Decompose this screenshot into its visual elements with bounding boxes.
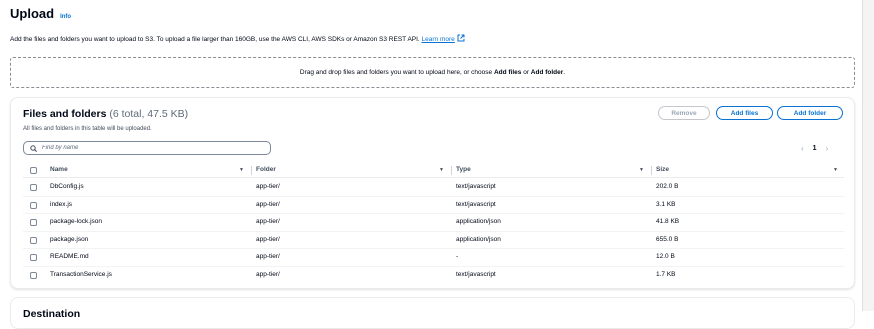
file-type: -: [456, 253, 459, 260]
file-size: 12.0 B: [656, 253, 675, 260]
drop-zone[interactable]: Drag and drop files and folders you want…: [10, 57, 855, 88]
upload-page: Upload Info Add the files and folders yo…: [0, 0, 863, 329]
file-type: application/json: [456, 235, 501, 243]
file-size: 3.1 KB: [656, 200, 676, 208]
learn-more-link[interactable]: Learn more: [422, 36, 455, 43]
destination-panel: Destination: [10, 297, 855, 329]
table-row[interactable]: DbConfig.js app-tier/ text/javascript 20…: [23, 179, 844, 197]
learn-more-label: Learn more: [421, 36, 455, 43]
search-icon: [30, 139, 37, 157]
file-folder: app-tier/: [256, 218, 280, 225]
file-folder: app-tier/: [256, 183, 280, 190]
panel-subtitle: All files and folders in this table will…: [23, 126, 152, 132]
row-checkbox[interactable]: [30, 236, 37, 244]
search-input[interactable]: [42, 145, 242, 151]
description-text: Add the files and folders you want to up…: [10, 36, 420, 43]
file-folder: app-tier/: [256, 200, 280, 208]
external-link-icon[interactable]: [457, 34, 465, 44]
search-box[interactable]: [23, 141, 271, 155]
dropzone-add-folder: Add folder: [530, 69, 564, 76]
files-table-body: DbConfig.js app-tier/ text/javascript 20…: [23, 179, 844, 283]
column-divider[interactable]: [451, 166, 452, 175]
destination-title: Destination: [23, 308, 81, 320]
table-row[interactable]: TransactionService.js app-tier/ text/jav…: [23, 267, 844, 284]
file-name: TransactionService.js: [50, 270, 112, 278]
file-name: package.json: [50, 235, 89, 243]
file-name: README.md: [50, 253, 89, 260]
file-folder: app-tier/: [256, 235, 280, 243]
dropzone-or: or: [523, 69, 529, 76]
page-header: Upload Info: [10, 6, 71, 21]
table-row[interactable]: index.js app-tier/ text/javascript 3.1 K…: [23, 197, 844, 214]
prev-page-button[interactable]: ‹: [801, 144, 804, 153]
dropzone-prefix: Drag and drop files and folders you want…: [299, 69, 493, 76]
remove-button[interactable]: Remove: [658, 106, 710, 120]
page-description: Add the files and folders you want to up…: [10, 34, 465, 44]
file-folder: app-tier/: [256, 270, 280, 278]
file-size: 1.7 KB: [656, 270, 676, 278]
file-name: package-lock.json: [50, 218, 103, 225]
next-page-button[interactable]: ›: [826, 144, 829, 153]
panel-title-text: Files and folders: [23, 108, 107, 120]
sort-caret-icon[interactable]: ▼: [439, 167, 444, 173]
file-size: 202.0 B: [656, 183, 679, 190]
column-header-size[interactable]: Size: [656, 166, 669, 173]
row-checkbox[interactable]: [30, 201, 37, 209]
column-header-folder[interactable]: Folder: [256, 166, 276, 173]
row-checkbox[interactable]: [30, 254, 37, 261]
panel-counter: (6 total, 47.5 KB): [109, 108, 189, 120]
dropzone-add-files: Add files: [493, 69, 522, 76]
table-row[interactable]: README.md app-tier/ - 12.0 B: [23, 249, 844, 267]
row-checkbox[interactable]: [30, 219, 37, 226]
file-type: application/json: [456, 218, 501, 225]
table-header: Name ▼ Folder ▼ Type ▼ Size ▼: [23, 165, 844, 178]
file-folder: app-tier/: [256, 253, 280, 260]
file-name: DbConfig.js: [50, 183, 84, 190]
row-checkbox[interactable]: [30, 271, 37, 279]
page-title: Upload: [10, 6, 55, 21]
vertical-scrollbar[interactable]: [862, 0, 874, 311]
add-files-button[interactable]: Add files: [716, 106, 773, 120]
column-divider[interactable]: [251, 166, 252, 175]
file-type: text/javascript: [456, 200, 496, 208]
column-divider[interactable]: [651, 166, 652, 175]
file-type: text/javascript: [456, 183, 496, 190]
sort-caret-icon[interactable]: ▼: [639, 167, 644, 173]
file-type: text/javascript: [456, 270, 496, 278]
dropzone-text: Drag and drop files and folders you want…: [300, 69, 565, 76]
table-row[interactable]: package.json app-tier/ application/json …: [23, 232, 844, 249]
dropzone-suffix: .: [563, 69, 566, 76]
file-size: 655.0 B: [656, 235, 679, 243]
column-header-type[interactable]: Type: [456, 166, 471, 173]
sort-caret-icon[interactable]: ▼: [833, 167, 838, 173]
files-and-folders-panel: Files and folders (6 total, 47.5 KB) All…: [10, 97, 855, 289]
column-header-name[interactable]: Name: [50, 166, 68, 173]
pagination: ‹ 1 ›: [801, 144, 828, 153]
file-size: 41.8 KB: [656, 218, 680, 225]
select-all-checkbox[interactable]: [30, 167, 37, 174]
info-link[interactable]: Info: [60, 14, 71, 20]
panel-title: Files and folders (6 total, 47.5 KB): [23, 108, 188, 120]
add-folder-button[interactable]: Add folder: [777, 106, 843, 120]
current-page[interactable]: 1: [813, 145, 817, 152]
file-name: index.js: [50, 200, 73, 208]
row-checkbox[interactable]: [30, 184, 37, 191]
table-row[interactable]: package-lock.json app-tier/ application/…: [23, 214, 844, 232]
sort-caret-icon[interactable]: ▼: [239, 167, 244, 173]
